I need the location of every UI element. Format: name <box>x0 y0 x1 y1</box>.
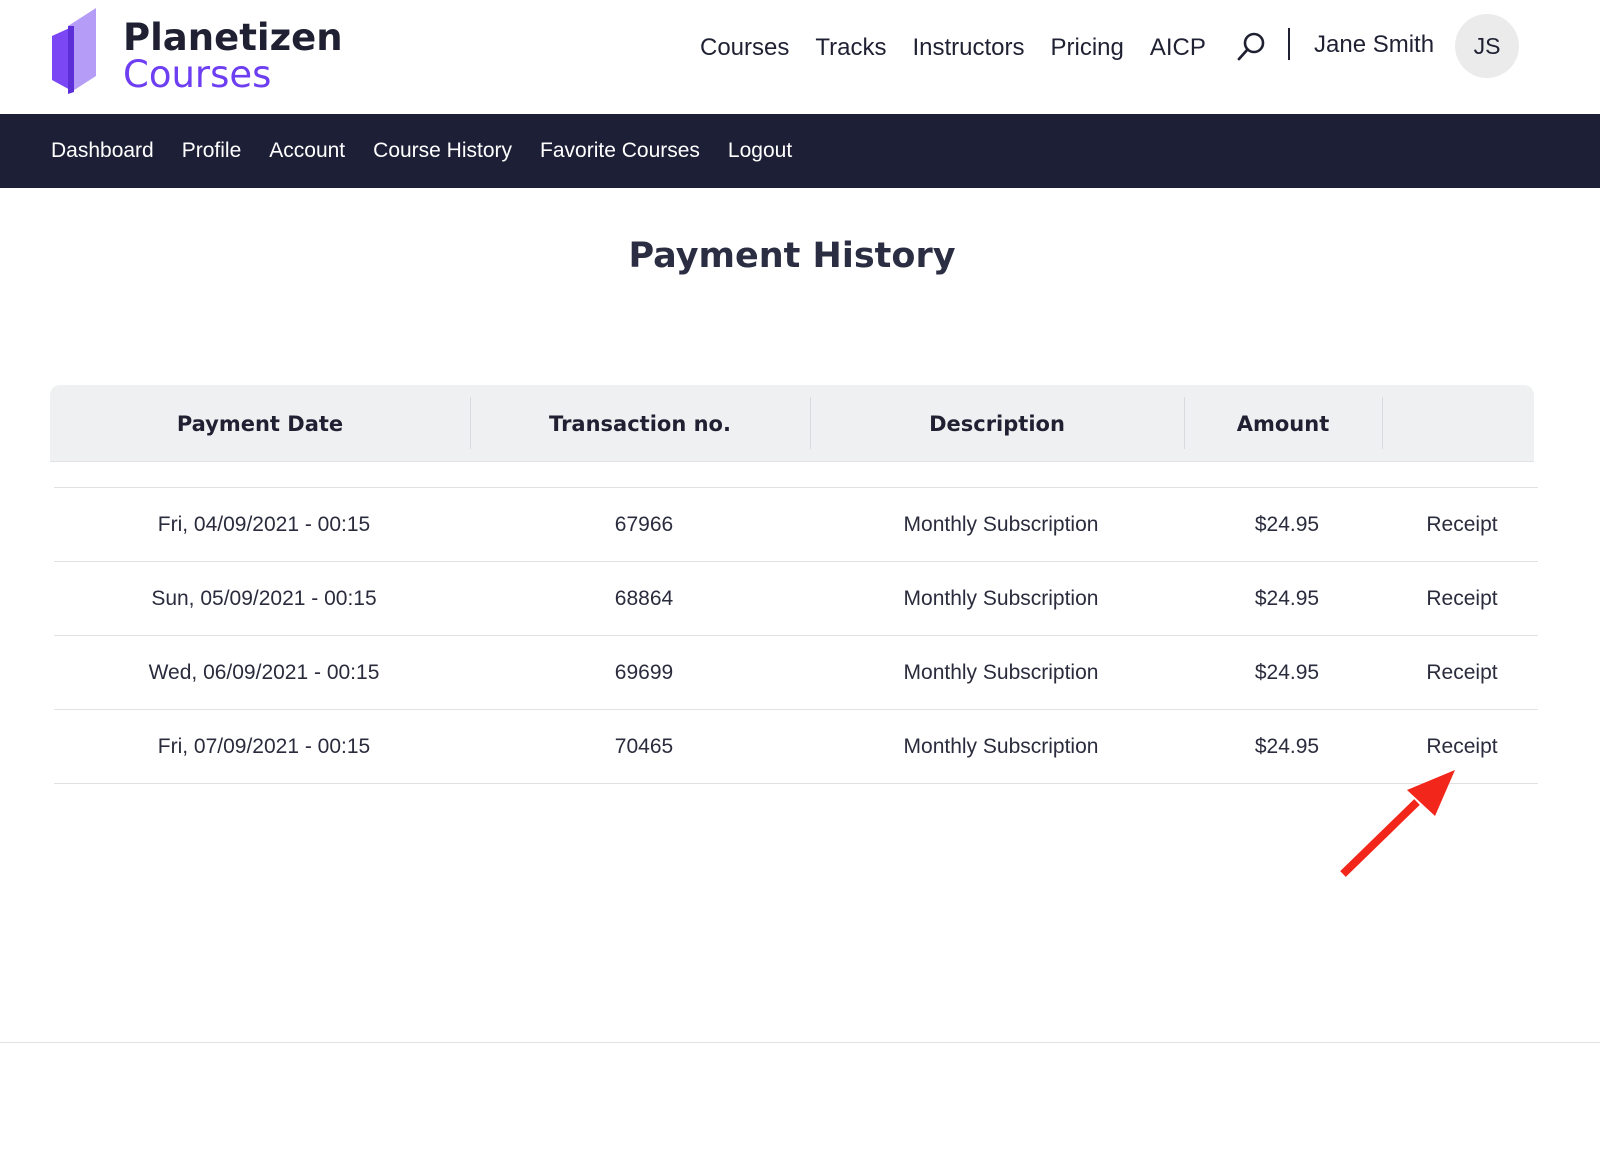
annotation-arrow-icon <box>1340 770 1455 877</box>
nav-tracks[interactable]: Tracks <box>815 34 886 62</box>
transaction-cell: 69699 <box>614 661 674 684</box>
avatar[interactable]: JS <box>1455 14 1519 78</box>
description-cell: Monthly Subscription <box>903 661 1099 684</box>
main-nav: Courses Tracks Instructors Pricing AICP <box>700 30 1232 66</box>
column-header-transaction: Transaction no. <box>549 411 731 436</box>
nav-aicp[interactable]: AICP <box>1150 34 1206 62</box>
subnav-account[interactable]: Account <box>269 139 345 163</box>
search-button[interactable] <box>1236 30 1268 64</box>
column-header-payment-date: Payment Date <box>176 411 344 436</box>
site-header: Planetizen Courses Courses Tracks Instru… <box>0 0 1600 114</box>
subnav-logout[interactable]: Logout <box>728 139 792 163</box>
footer-divider <box>0 1042 1600 1043</box>
logo-mark-icon <box>52 8 96 94</box>
table-row: Fri, 07/09/2021 - 00:15 70465 Monthly Su… <box>54 709 1538 784</box>
amount-cell: $24.95 <box>1254 513 1320 536</box>
subnav-course-history[interactable]: Course History <box>373 139 512 163</box>
receipt-link[interactable]: Receipt <box>1386 562 1538 636</box>
payment-date-cell: Sun, 05/09/2021 - 00:15 <box>151 587 377 610</box>
table-row: Fri, 04/09/2021 - 00:15 67966 Monthly Su… <box>54 487 1538 561</box>
transaction-cell: 70465 <box>614 735 674 758</box>
payment-date-cell: Fri, 04/09/2021 - 00:15 <box>157 513 371 536</box>
subnav-profile[interactable]: Profile <box>182 139 242 163</box>
column-header-description: Description <box>929 411 1065 436</box>
payment-date-cell: Fri, 07/09/2021 - 00:15 <box>157 735 371 758</box>
nav-instructors[interactable]: Instructors <box>912 34 1024 62</box>
payment-date-cell: Wed, 06/09/2021 - 00:15 <box>148 661 380 684</box>
column-header-amount: Amount <box>1236 411 1330 436</box>
transaction-cell: 68864 <box>614 587 674 610</box>
search-icon <box>1237 32 1265 61</box>
description-cell: Monthly Subscription <box>903 735 1099 758</box>
user-name[interactable]: Jane Smith <box>1314 31 1434 59</box>
nav-pricing[interactable]: Pricing <box>1051 34 1124 62</box>
account-nav: Dashboard Profile Account Course History… <box>0 114 1600 188</box>
description-cell: Monthly Subscription <box>903 587 1099 610</box>
table-row: Wed, 06/09/2021 - 00:15 69699 Monthly Su… <box>54 635 1538 709</box>
table-header: Payment Date Transaction no. Description… <box>50 385 1534 462</box>
amount-cell: $24.95 <box>1254 587 1320 610</box>
receipt-link[interactable]: Receipt <box>1386 636 1538 710</box>
brand-logo[interactable]: Planetizen Courses <box>50 6 350 98</box>
description-cell: Monthly Subscription <box>903 513 1099 536</box>
nav-courses[interactable]: Courses <box>700 34 789 62</box>
page-title: Payment History <box>628 236 956 276</box>
table-row: Sun, 05/09/2021 - 00:15 68864 Monthly Su… <box>54 561 1538 635</box>
transaction-cell: 67966 <box>614 513 674 536</box>
brand-subname: Courses <box>123 53 272 96</box>
nav-divider <box>1288 28 1290 60</box>
amount-cell: $24.95 <box>1254 661 1320 684</box>
subnav-favorite-courses[interactable]: Favorite Courses <box>540 139 700 163</box>
column-header-actions <box>1382 385 1534 462</box>
subnav-dashboard[interactable]: Dashboard <box>51 139 154 163</box>
receipt-link[interactable]: Receipt <box>1386 488 1538 562</box>
